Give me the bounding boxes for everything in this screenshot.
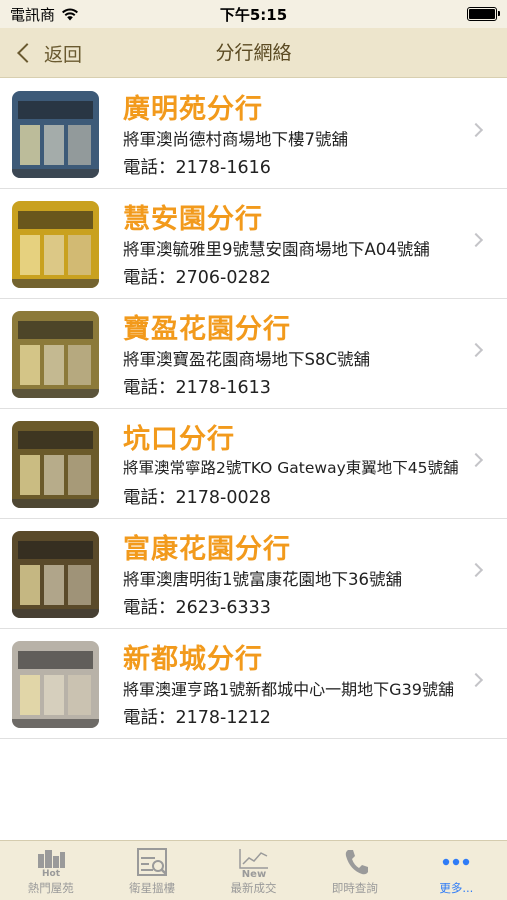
- branch-row[interactable]: 新都城分行 將軍澳運亨路1號新都城中心一期地下G39號舖 電話：2178-121…: [0, 629, 507, 739]
- branch-phone: 電話：2178-0028: [123, 488, 271, 508]
- branch-phone: 電話：2623-6333: [123, 598, 271, 618]
- tab-more-dots[interactable]: 更多...: [406, 841, 507, 900]
- wifi-icon: [62, 8, 79, 20]
- branch-address: 將軍澳唐明街1號富康花園地下36號舖: [123, 570, 402, 589]
- branch-name: 新都城分行: [123, 644, 263, 675]
- tab-phone[interactable]: 即時查詢: [304, 841, 405, 900]
- branch-address: 將軍澳運亨路1號新都城中心一期地下G39號舖: [123, 680, 454, 699]
- branch-photo: [12, 531, 99, 618]
- chevron-right-icon: [468, 232, 484, 248]
- tab-new-transactions[interactable]: New 最新成交: [203, 841, 304, 900]
- branch-photo: [12, 311, 99, 398]
- tab-label: 最新成交: [230, 881, 277, 895]
- branch-phone: 電話：2706-0282: [123, 268, 271, 288]
- tab-label: 熱門屋苑: [27, 881, 74, 895]
- branch-name: 慧安園分行: [123, 204, 263, 235]
- branch-photo: [12, 641, 99, 728]
- tab-label: 即時查詢: [331, 881, 378, 895]
- tab-hot-buildings[interactable]: Hot 熱門屋苑: [0, 841, 101, 900]
- chevron-right-icon: [468, 672, 484, 688]
- branch-row[interactable]: 寶盈花園分行 將軍澳寶盈花園商場地下S8C號舖 電話：2178-1613: [0, 299, 507, 409]
- tab-label: 衛星搵樓: [129, 881, 176, 895]
- back-button[interactable]: 返回: [14, 38, 82, 68]
- branch-photo: [12, 421, 99, 508]
- carrier-label: 電訊商: [10, 5, 56, 24]
- branch-phone: 電話：2178-1613: [123, 378, 271, 398]
- satellite-search-icon: [135, 846, 169, 878]
- status-left: 電訊商: [10, 4, 79, 25]
- navigation-bar: 返回 分行網絡: [0, 28, 507, 78]
- branch-name: 坑口分行: [123, 424, 235, 455]
- branch-phone: 電話：2178-1212: [123, 708, 271, 728]
- new-transactions-icon: New: [237, 846, 271, 878]
- chevron-right-icon: [468, 122, 484, 138]
- chevron-right-icon: [468, 342, 484, 358]
- branch-photo: [12, 201, 99, 288]
- branch-row[interactable]: 慧安園分行 將軍澳毓雅里9號慧安園商場地下A04號舖 電話：2706-0282: [0, 189, 507, 299]
- branch-name: 廣明苑分行: [123, 94, 263, 125]
- branch-address: 將軍澳毓雅里9號慧安園商場地下A04號舖: [123, 240, 430, 259]
- branch-address: 將軍澳尚德村商場地下樓7號舖: [123, 130, 348, 149]
- tab-satellite-search[interactable]: 衛星搵樓: [101, 841, 202, 900]
- branch-name: 寶盈花園分行: [123, 314, 291, 345]
- branch-phone: 電話：2178-1616: [123, 158, 271, 178]
- svg-text:New: New: [241, 869, 265, 878]
- branch-name: 富康花園分行: [123, 534, 291, 565]
- svg-text:Hot: Hot: [42, 869, 61, 878]
- branch-row[interactable]: 富康花園分行 將軍澳唐明街1號富康花園地下36號舖 電話：2623-6333: [0, 519, 507, 629]
- branch-list: 廣明苑分行 將軍澳尚德村商場地下樓7號舖 電話：2178-1616 慧安園分行 …: [0, 79, 507, 739]
- hot-buildings-icon: Hot: [34, 846, 68, 878]
- branch-address: 將軍澳常寧路2號TKO Gateway東翼地下45號舖: [123, 459, 459, 477]
- branch-photo: [12, 91, 99, 178]
- chevron-left-icon: [17, 43, 37, 63]
- more-dots-icon: [439, 846, 473, 878]
- branch-address: 將軍澳寶盈花園商場地下S8C號舖: [123, 350, 370, 369]
- phone-icon: [338, 846, 372, 878]
- chevron-right-icon: [468, 452, 484, 468]
- tab-label: 更多...: [439, 881, 474, 895]
- back-label: 返回: [44, 43, 83, 66]
- branch-row[interactable]: 廣明苑分行 將軍澳尚德村商場地下樓7號舖 電話：2178-1616: [0, 79, 507, 189]
- battery-icon: [467, 7, 500, 21]
- tab-bar: Hot 熱門屋苑 衛星搵樓 New 最新成交 即時查詢 更多...: [0, 840, 507, 900]
- status-bar: 電訊商 下午5:15: [0, 0, 507, 28]
- branch-row[interactable]: 坑口分行 將軍澳常寧路2號TKO Gateway東翼地下45號舖 電話：2178…: [0, 409, 507, 519]
- chevron-right-icon: [468, 562, 484, 578]
